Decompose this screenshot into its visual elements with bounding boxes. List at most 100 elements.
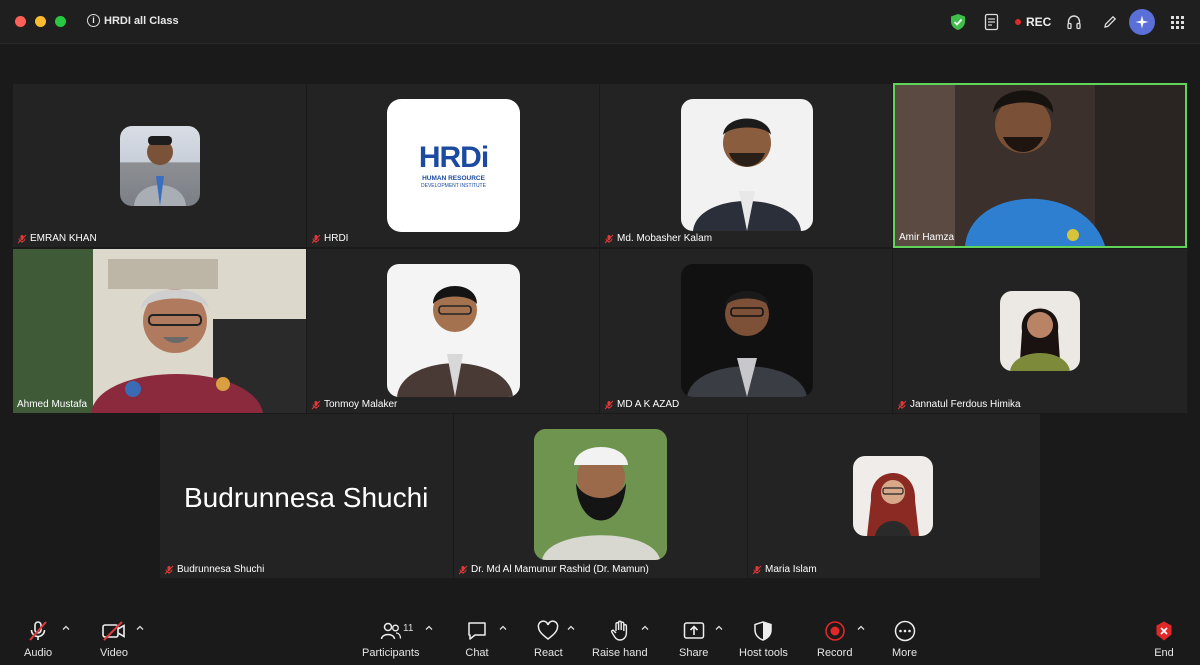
recording-indicator[interactable]: REC xyxy=(1015,10,1051,34)
react-options-caret-icon[interactable] xyxy=(566,623,576,633)
react-button[interactable]: React xyxy=(534,619,563,659)
recording-dot-icon xyxy=(1015,19,1021,25)
mic-muted-icon xyxy=(897,400,907,410)
chat-icon xyxy=(468,622,486,640)
participant-name: Md. Mobasher Kalam xyxy=(604,233,712,244)
mic-muted-icon xyxy=(17,234,27,244)
share-options-caret-icon[interactable] xyxy=(714,623,724,633)
participants-icon xyxy=(380,622,401,640)
meeting-toolbar: Audio Video Participants 11 Chat React R… xyxy=(0,605,1200,665)
share-screen-icon xyxy=(683,622,704,639)
participant-tile-tonmoy[interactable]: Tonmoy Malaker xyxy=(307,249,599,413)
close-window-button[interactable] xyxy=(15,16,26,27)
video-off-icon xyxy=(102,621,125,641)
logo-line1: HUMAN RESOURCE xyxy=(422,175,485,182)
avatar xyxy=(853,456,933,536)
raise-hand-label: Raise hand xyxy=(592,647,648,659)
participant-display-name: Budrunnesa Shuchi xyxy=(184,482,429,513)
participant-tile-maria[interactable]: Maria Islam xyxy=(748,414,1040,578)
avatar xyxy=(534,429,667,560)
share-button[interactable]: Share xyxy=(679,619,708,659)
rec-label: REC xyxy=(1026,15,1052,29)
captions-icon[interactable] xyxy=(982,10,1002,34)
hrdi-logo: HRDi HUMAN RESOURCE DEVELOPMENT INSTITUT… xyxy=(387,99,520,232)
headphones-icon[interactable] xyxy=(1064,10,1084,34)
ai-companion-button[interactable] xyxy=(1129,9,1155,35)
participant-name: HRDI xyxy=(311,233,348,244)
mic-muted-icon xyxy=(311,234,321,244)
avatar xyxy=(681,99,813,231)
audio-label: Audio xyxy=(24,647,53,659)
chat-label: Chat xyxy=(465,647,489,659)
participant-name: EMRAN KHAN xyxy=(17,233,97,244)
raise-hand-options-caret-icon[interactable] xyxy=(640,623,650,633)
participant-tile-ahmed[interactable]: Ahmed Mustafa xyxy=(13,249,306,413)
title-bar: i HRDI all Class REC xyxy=(0,0,1200,44)
avatar xyxy=(120,126,200,206)
video-feed xyxy=(895,85,1185,246)
info-icon: i xyxy=(87,14,100,27)
security-shield-icon[interactable] xyxy=(948,10,968,34)
mic-muted-icon xyxy=(458,565,468,575)
participant-tile-emran[interactable]: EMRAN KHAN xyxy=(13,84,306,247)
participants-count: 11 xyxy=(403,623,414,634)
record-button[interactable]: Record xyxy=(817,619,852,659)
mic-muted-icon xyxy=(604,400,614,410)
mic-muted-icon xyxy=(164,565,174,575)
participant-name: Amir Hamza xyxy=(899,232,955,243)
participant-tile-azad[interactable]: MD A K AZAD xyxy=(600,249,892,413)
hand-icon xyxy=(610,620,627,641)
mic-muted-icon xyxy=(311,400,321,410)
more-button[interactable]: More xyxy=(892,619,917,659)
more-dots-icon xyxy=(894,620,915,642)
video-button[interactable]: Video xyxy=(100,619,128,659)
record-label: Record xyxy=(817,647,853,659)
minimize-window-button[interactable] xyxy=(35,16,46,27)
participant-tile-amir-active-speaker[interactable]: Amir Hamza xyxy=(893,83,1187,248)
sparkle-icon xyxy=(1135,15,1149,29)
participant-name: Maria Islam xyxy=(752,564,817,575)
video-label: Video xyxy=(100,647,128,659)
mic-muted-icon xyxy=(752,565,762,575)
more-label: More xyxy=(892,647,918,659)
chat-options-caret-icon[interactable] xyxy=(498,623,508,633)
react-label: React xyxy=(534,647,563,659)
shield-icon xyxy=(754,621,773,641)
heart-icon xyxy=(538,620,559,640)
meeting-info[interactable]: i HRDI all Class xyxy=(87,14,179,27)
participant-name: MD A K AZAD xyxy=(604,399,679,410)
participant-name: Ahmed Mustafa xyxy=(17,399,88,410)
avatar xyxy=(387,264,520,397)
participant-tile-budrunnesa[interactable]: Budrunnesa Shuchi Budrunnesa Shuchi xyxy=(160,414,453,578)
record-options-caret-icon[interactable] xyxy=(856,623,866,633)
meeting-title: HRDI all Class xyxy=(104,14,179,27)
audio-options-caret-icon[interactable] xyxy=(61,623,71,633)
mic-muted-icon xyxy=(29,621,47,641)
apps-grid-icon[interactable] xyxy=(1167,10,1187,34)
video-feed xyxy=(13,249,306,413)
end-call-icon xyxy=(1156,621,1172,641)
record-icon xyxy=(824,621,845,641)
audio-button[interactable]: Audio xyxy=(24,619,52,659)
participant-tile-mobasher[interactable]: Md. Mobasher Kalam xyxy=(600,84,892,247)
participant-tile-jannatul[interactable]: Jannatul Ferdous Himika xyxy=(893,249,1187,413)
mic-muted-icon xyxy=(604,234,614,244)
host-tools-label: Host tools xyxy=(739,647,788,659)
participant-name: Dr. Md Al Mamunur Rashid (Dr. Mamun) xyxy=(458,564,649,575)
participant-name: Tonmoy Malaker xyxy=(311,399,397,410)
participant-name: Budrunnesa Shuchi xyxy=(164,564,264,575)
participant-tile-hrdi[interactable]: HRDi HUMAN RESOURCE DEVELOPMENT INSTITUT… xyxy=(307,84,599,247)
avatar xyxy=(1000,291,1080,371)
maximize-window-button[interactable] xyxy=(55,16,66,27)
logo-line2: DEVELOPMENT INSTITUTE xyxy=(421,183,486,189)
logo-wordmark: HRDi xyxy=(418,141,489,174)
participant-tile-mamun[interactable]: Dr. Md Al Mamunur Rashid (Dr. Mamun) xyxy=(454,414,747,578)
participant-name: Jannatul Ferdous Himika xyxy=(897,399,1021,410)
end-meeting-button[interactable]: End xyxy=(1153,619,1175,659)
annotate-pencil-icon[interactable] xyxy=(1100,10,1120,34)
video-options-caret-icon[interactable] xyxy=(135,623,145,633)
host-tools-button[interactable]: Host tools xyxy=(739,619,788,659)
avatar xyxy=(681,264,813,397)
chat-button[interactable]: Chat xyxy=(465,619,489,659)
participants-options-caret-icon[interactable] xyxy=(424,623,434,633)
